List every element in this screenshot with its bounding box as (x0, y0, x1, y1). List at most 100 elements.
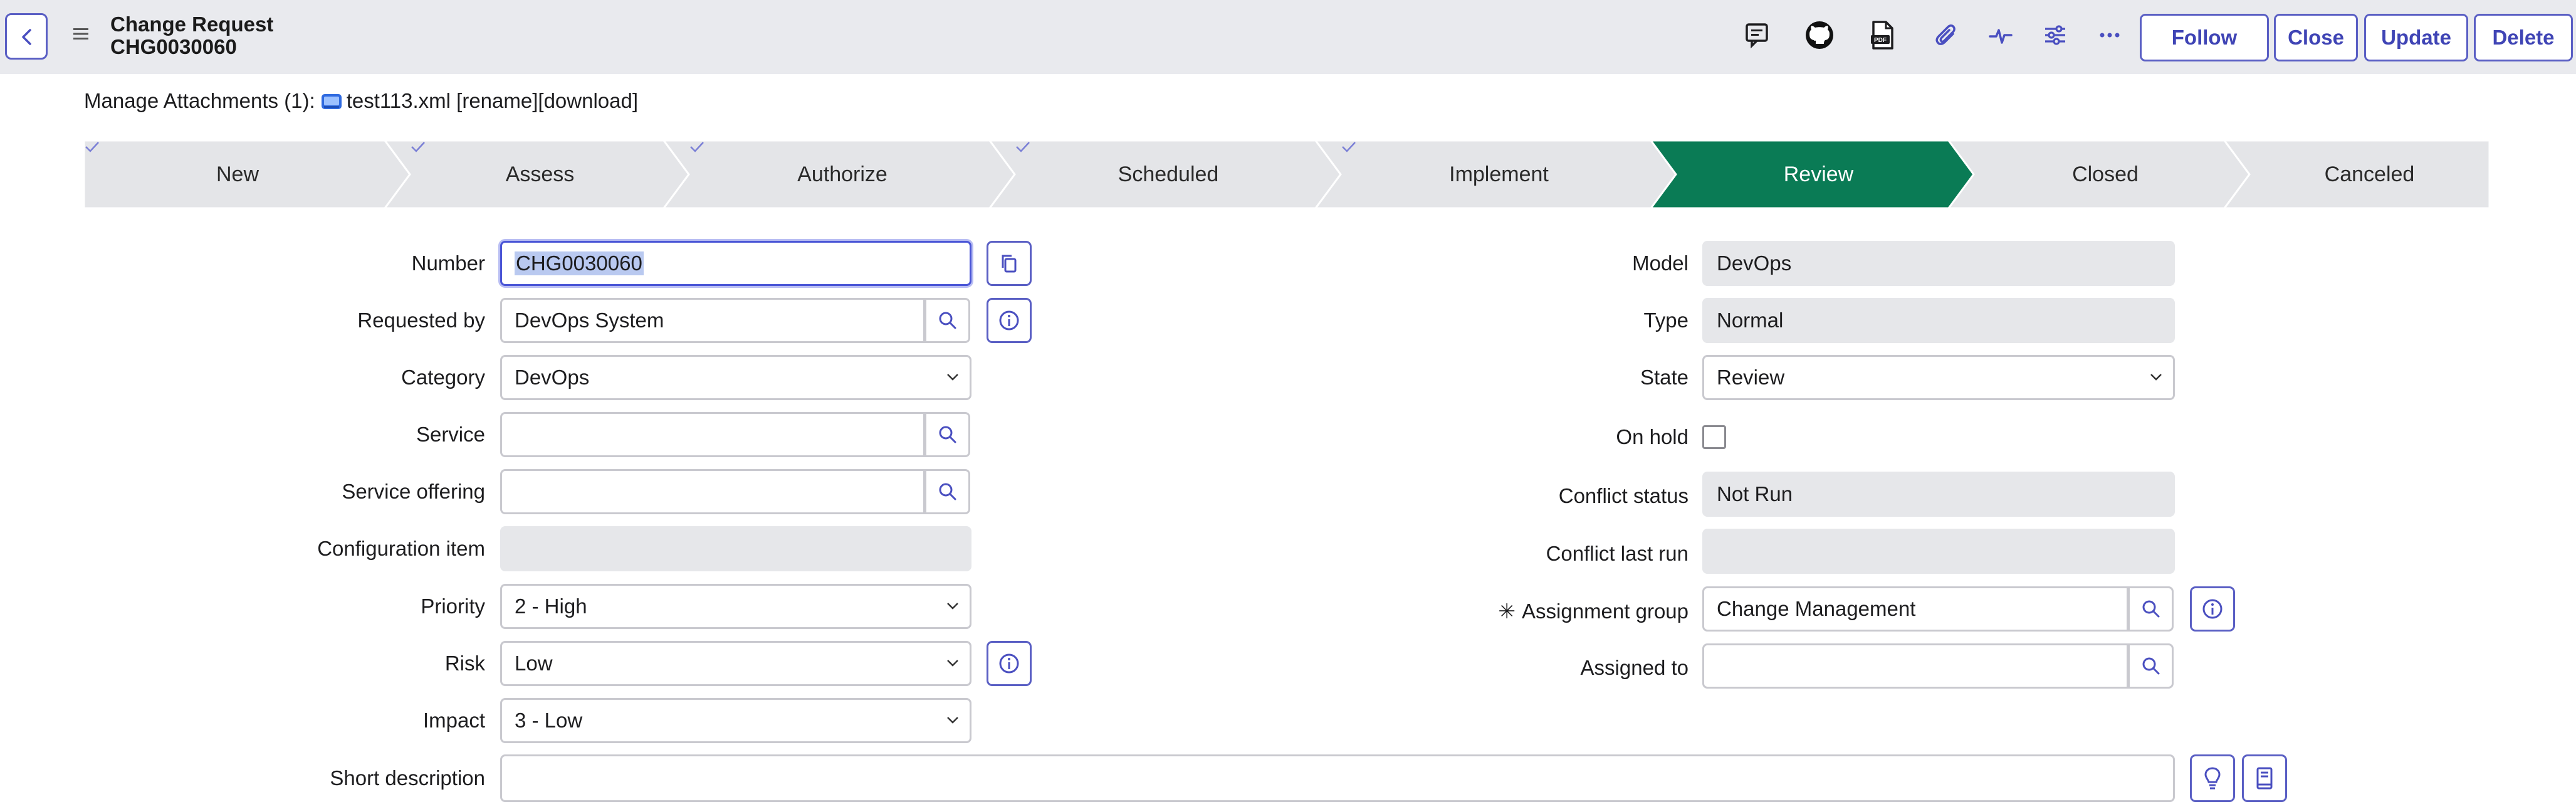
requested-by-lookup-button[interactable] (925, 298, 970, 343)
flow-stage-label: Implement (1449, 162, 1549, 186)
attachment-icon[interactable] (1928, 16, 1966, 54)
pdf-icon[interactable]: PDF (1863, 16, 1901, 54)
more-icon[interactable] (2091, 16, 2128, 54)
flow-stage-label: Scheduled (1118, 162, 1219, 186)
lightbulb-icon (2204, 767, 2221, 790)
search-icon (939, 426, 956, 443)
search-icon (2142, 600, 2159, 618)
xml-file-icon (320, 92, 343, 109)
on-hold-label: On hold (1616, 425, 1689, 448)
info-icon (999, 653, 1019, 674)
conflict-status-field: Not Run (1702, 472, 2175, 517)
flow-stage-label: Canceled (2324, 162, 2415, 186)
chevron-down-icon (947, 603, 958, 610)
copy-button[interactable] (987, 241, 1032, 286)
flow-stage-label: Closed (2072, 162, 2139, 186)
risk-select[interactable]: Low (500, 641, 971, 686)
flow-stage-authorize: Authorize (689, 140, 1002, 208)
on-hold-checkbox[interactable] (1702, 425, 1726, 449)
rename-link[interactable]: [rename] (456, 89, 538, 112)
search-icon (939, 312, 956, 329)
required-mark: ✳ (1498, 600, 1516, 623)
state-label: State (1640, 366, 1689, 389)
delete-button[interactable]: Delete (2474, 14, 2573, 61)
configuration-item-field (500, 526, 971, 571)
conflict-status-label: Conflict status (1558, 484, 1689, 507)
process-flow: New Assess Authorize Scheduled Implement Revi… (84, 140, 2490, 208)
suggestion-button[interactable] (2190, 754, 2235, 802)
category-label: Category (401, 366, 485, 389)
settings-sliders-icon[interactable] (2036, 16, 2074, 54)
configuration-item-label: Configuration item (317, 537, 485, 560)
form-header: Change Request CHG0030060 PDF Follow Clo… (0, 0, 2576, 74)
chevron-down-icon (947, 374, 958, 381)
flow-stage-implement: Implement (1341, 140, 1663, 208)
model-field: DevOps (1702, 241, 2175, 286)
activity-icon[interactable] (1982, 16, 2019, 54)
assignment-group-info-button[interactable] (2190, 586, 2235, 632)
book-icon (2256, 767, 2273, 790)
risk-info-button[interactable] (987, 641, 1032, 686)
record-number: CHG0030060 (110, 35, 237, 58)
flow-stage-label: Assess (505, 162, 575, 186)
requested-by-label: Requested by (357, 309, 485, 332)
github-icon[interactable] (1801, 16, 1838, 54)
service-offering-lookup-button[interactable] (925, 469, 970, 514)
flow-stage-review: Review (1676, 140, 1961, 208)
flow-stage-label: Authorize (797, 162, 887, 186)
requested-by-info-button[interactable] (987, 298, 1032, 343)
service-offering-field[interactable] (500, 469, 925, 514)
service-offering-label: Service offering (342, 480, 485, 503)
chevron-down-icon (2150, 374, 2162, 381)
comment-icon[interactable] (1739, 16, 1776, 54)
flow-stage-assess: Assess (410, 140, 676, 208)
attachment-filename[interactable]: test113.xml (347, 89, 451, 112)
state-select[interactable]: Review (1702, 355, 2175, 400)
assigned-to-label: Assigned to (1580, 656, 1689, 679)
flow-stage-label: New (216, 162, 259, 186)
template-button[interactable] (2242, 754, 2287, 802)
manage-attachments-link[interactable]: Manage Attachments (1): (84, 89, 315, 112)
service-lookup-button[interactable] (925, 412, 970, 457)
priority-label: Priority (421, 595, 485, 618)
conflict-last-run-label: Conflict last run (1546, 542, 1689, 565)
category-select[interactable]: DevOps (500, 355, 971, 400)
flow-stage-label: Review (1783, 162, 1854, 186)
chevron-left-icon (22, 29, 31, 45)
short-description-field[interactable] (500, 754, 2175, 802)
search-icon (2142, 657, 2159, 675)
assigned-to-field[interactable] (1702, 643, 2128, 689)
risk-label: Risk (444, 652, 485, 675)
service-label: Service (416, 423, 485, 446)
impact-select[interactable]: 3 - Low (500, 698, 971, 743)
priority-select[interactable]: 2 - High (500, 584, 971, 629)
assignment-group-field[interactable]: Change Management (1702, 586, 2128, 632)
menu-icon[interactable] (71, 26, 90, 45)
chevron-down-icon (947, 717, 958, 724)
copy-icon (1002, 255, 1017, 273)
assignment-group-label: ✳ Assignment group (1498, 600, 1689, 623)
model-label: Model (1632, 251, 1689, 275)
back-button[interactable] (5, 13, 48, 60)
type-label: Type (1643, 309, 1689, 332)
follow-button[interactable]: Follow (2140, 14, 2269, 61)
close-button[interactable]: Close (2274, 14, 2358, 61)
download-link[interactable]: [download] (538, 89, 638, 112)
number-field[interactable]: CHG0030060 (500, 241, 971, 286)
impact-label: Impact (422, 709, 485, 732)
assignment-group-lookup-button[interactable] (2128, 586, 2174, 632)
flow-stage-new: New (84, 140, 397, 208)
update-button[interactable]: Update (2364, 14, 2468, 61)
short-description-label: Short description (330, 766, 485, 790)
svg-text:PDF: PDF (1874, 37, 1887, 44)
form-title: Change Request (110, 13, 274, 36)
info-icon (999, 310, 1019, 330)
search-icon (939, 483, 956, 500)
assigned-to-lookup-button[interactable] (2128, 643, 2174, 689)
requested-by-field[interactable]: DevOps System (500, 298, 925, 343)
conflict-last-run-field (1702, 529, 2175, 574)
service-field[interactable] (500, 412, 925, 457)
chevron-down-icon (947, 660, 958, 667)
flow-stage-scheduled: Scheduled (1015, 140, 1328, 208)
flow-stage-canceled: Canceled (2249, 140, 2490, 208)
